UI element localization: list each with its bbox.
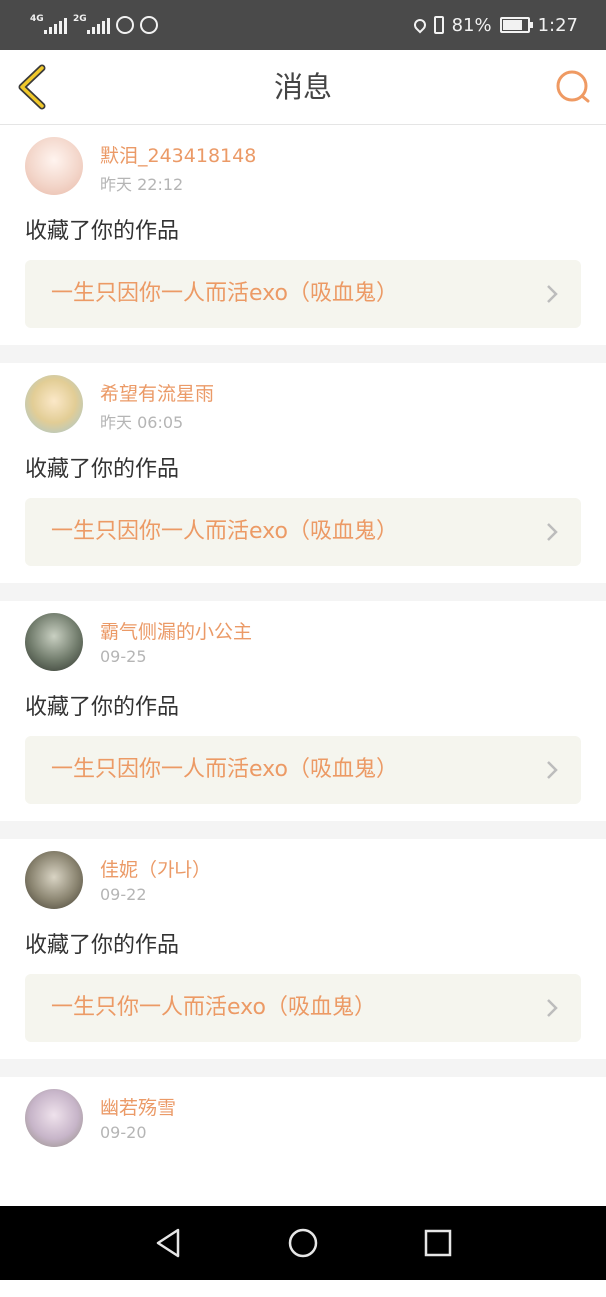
action-text: 收藏了你的作品 (25, 695, 180, 720)
timestamp: 09-25 (100, 647, 147, 666)
work-title: 一生只因你一人而活exo（吸血鬼） (51, 519, 398, 544)
user-name[interactable]: 默泪_243418148 (100, 141, 256, 168)
user-name[interactable]: 霸气侧漏的小公主 (100, 617, 252, 644)
work-link[interactable]: 一生只因你一人而活exo（吸血鬼） (25, 260, 581, 328)
notification-item: 默泪_243418148 昨天 22:12 收藏了你的作品 一生只因你一人而活e… (0, 125, 606, 345)
chevron-right-icon (547, 285, 558, 303)
work-link[interactable]: 一生只因你一人而活exo（吸血鬼） (25, 736, 581, 804)
notification-item: 佳妮（가나） 09-22 收藏了你的作品 一生只你一人而活exo（吸血鬼） (0, 839, 606, 1059)
circle-home-icon[interactable] (286, 1226, 320, 1260)
status-left: 4G 2G (30, 0, 158, 50)
notification-list: 默泪_243418148 昨天 22:12 收藏了你的作品 一生只因你一人而活e… (0, 125, 606, 1297)
chevron-right-icon (547, 761, 558, 779)
work-title: 一生只因你一人而活exo（吸血鬼） (51, 757, 398, 782)
notification-item: 霸气侧漏的小公主 09-25 收藏了你的作品 一生只因你一人而活exo（吸血鬼） (0, 601, 606, 821)
user-name[interactable]: 希望有流星雨 (100, 379, 214, 406)
avatar[interactable] (25, 851, 83, 909)
battery-icon (499, 17, 533, 33)
divider (0, 1059, 606, 1077)
header: 消息 (0, 50, 606, 125)
square-recents-icon[interactable] (421, 1226, 455, 1260)
action-text: 收藏了你的作品 (25, 933, 180, 958)
vibrate-icon (433, 16, 444, 34)
data-saver-icon (116, 16, 134, 34)
timestamp: 09-22 (100, 885, 147, 904)
avatar[interactable] (25, 1089, 83, 1147)
divider (0, 583, 606, 601)
location-icon (411, 16, 429, 34)
signal-icon: 4G (30, 14, 67, 34)
network-type-label-2: 2G (73, 14, 87, 24)
chevron-right-icon (547, 523, 558, 541)
triangle-back-icon[interactable] (152, 1226, 186, 1260)
user-name[interactable]: 佳妮（가나） (100, 855, 211, 882)
search-icon[interactable] (554, 68, 592, 106)
battery-level (502, 20, 523, 30)
status-right: 81% 1:27 (411, 0, 578, 50)
page-title: 消息 (273, 70, 332, 104)
action-text: 收藏了你的作品 (25, 219, 180, 244)
alarm-icon (140, 16, 158, 34)
signal-icon-2: 2G (73, 14, 110, 34)
chevron-right-icon (547, 999, 558, 1017)
work-link[interactable]: 一生只你一人而活exo（吸血鬼） (25, 974, 581, 1042)
network-type-label: 4G (30, 14, 44, 24)
avatar[interactable] (25, 613, 83, 671)
timestamp: 昨天 06:05 (100, 413, 184, 432)
avatar[interactable] (25, 375, 83, 433)
divider (0, 821, 606, 839)
user-name[interactable]: 幽若殇雪 (100, 1093, 176, 1120)
action-text: 收藏了你的作品 (25, 457, 180, 482)
status-bar: 4G 2G 81% 1:27 (0, 0, 606, 50)
timestamp: 09-20 (100, 1123, 147, 1142)
system-nav-bar (0, 1206, 606, 1280)
timestamp: 昨天 22:12 (100, 175, 184, 194)
work-link[interactable]: 一生只因你一人而活exo（吸血鬼） (25, 498, 581, 566)
divider (0, 345, 606, 363)
work-title: 一生只你一人而活exo（吸血鬼） (51, 995, 376, 1020)
battery-percent: 81% (451, 14, 492, 36)
notification-item: 希望有流星雨 昨天 06:05 收藏了你的作品 一生只因你一人而活exo（吸血鬼… (0, 363, 606, 583)
avatar[interactable] (25, 137, 83, 195)
work-title: 一生只因你一人而活exo（吸血鬼） (51, 281, 398, 306)
clock: 1:27 (537, 14, 578, 36)
